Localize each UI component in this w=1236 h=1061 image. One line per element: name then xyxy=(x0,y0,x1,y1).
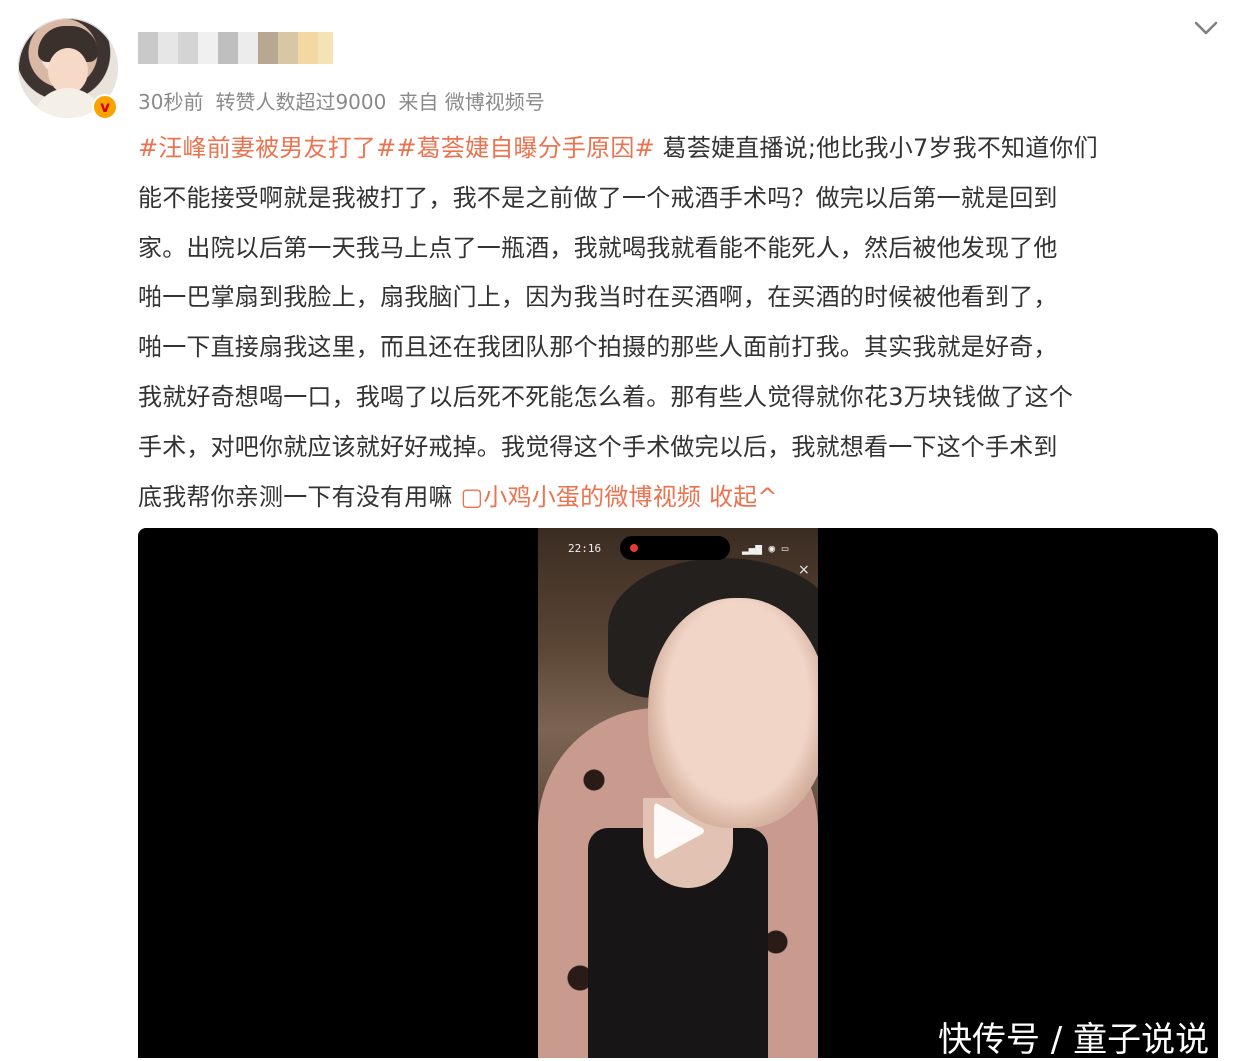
post-text-line: 啪一下直接扇我这里，而且还在我团队那个拍摄的那些人面前打我。其实我就是好奇， xyxy=(138,323,1224,373)
post-meta: 30秒前 转赞人数超过9000 来自 微博视频号 xyxy=(138,86,545,115)
close-icon: × xyxy=(798,562,810,578)
post-text-segment: 啪一巴掌扇到我脸上，扇我脑门上，因为我当时在买酒啊，在买酒的时候被他看到了， xyxy=(138,283,1058,312)
post-text-segment: 手术，对吧你就应该就好好戒掉。我觉得这个手术做完以后，我就想看一下这个手术到 xyxy=(138,432,1058,461)
post-text-segment: 啪一下直接扇我这里，而且还在我团队那个拍摄的那些人面前打我。其实我就是好奇， xyxy=(138,333,1058,362)
post-text-line: 能不能接受啊就是我被打了，我不是之前做了一个戒酒手术吗？做完以后第一就是回到 xyxy=(138,174,1224,224)
phone-time: 22:16 xyxy=(568,542,602,555)
inline-link[interactable]: 收起^ xyxy=(701,483,778,511)
face xyxy=(648,598,818,828)
username-blurred[interactable] xyxy=(138,32,353,64)
post-text-line: #汪峰前妻被男友打了##葛荟婕自曝分手原因# 葛荟婕直播说;他比我小7岁我不知道… xyxy=(138,124,1224,174)
inline-link[interactable]: ▢小鸡小蛋的微博视频 xyxy=(460,483,701,511)
post-text-line: 底我帮你亲测一下有没有用嘛 ▢小鸡小蛋的微博视频 收起^ xyxy=(138,473,1224,523)
hashtag-link[interactable]: #汪峰前妻被男友打了# xyxy=(138,134,396,162)
post-text-segment: 能不能接受啊就是我被打了，我不是之前做了一个戒酒手术吗？做完以后第一就是回到 xyxy=(138,183,1058,212)
post-text-segment: 底我帮你亲测一下有没有用嘛 xyxy=(138,482,461,511)
post-text-segment: 家。出院以后第一天我马上点了一瓶酒，我就喝我就看能不能死人，然后被他发现了他 xyxy=(138,233,1058,262)
repost-count-note: 转赞人数超过9000 xyxy=(215,90,387,114)
dynamic-island xyxy=(620,536,730,560)
post-timestamp[interactable]: 30秒前 xyxy=(138,86,203,115)
post-text-line: 手术，对吧你就应该就好好戒掉。我觉得这个手术做完以后，我就想看一下这个手术到 xyxy=(138,423,1224,473)
post-text-segment: 我就好奇想喝一口，我喝了以后死不死能怎么着。那有些人觉得就你花3万块钱做了这个 xyxy=(138,382,1074,411)
chevron-down-icon[interactable] xyxy=(1192,14,1220,42)
video-player[interactable]: 22:16 ▂▄▆ ◉ ▭ × xyxy=(138,528,1218,1058)
post-text-line: 啪一巴掌扇到我脸上，扇我脑门上，因为我当时在买酒啊，在买酒的时候被他看到了， xyxy=(138,273,1224,323)
post-text-segment: 葛荟婕直播说;他比我小7岁我不知道你们 xyxy=(654,134,1098,162)
video-frame: 22:16 ▂▄▆ ◉ ▭ × xyxy=(538,528,818,1058)
post-source[interactable]: 来自 微博视频号 xyxy=(398,86,544,115)
watermark: 快传号 / 童子说说 xyxy=(938,1020,1210,1060)
signal-battery-icon: ▂▄▆ ◉ ▭ xyxy=(742,542,789,555)
hashtag-link[interactable]: #葛荟婕自曝分手原因# xyxy=(396,134,654,162)
post-text-line: 我就好奇想喝一口，我喝了以后死不死能怎么着。那有些人觉得就你花3万块钱做了这个 xyxy=(138,373,1224,423)
post-body: #汪峰前妻被男友打了##葛荟婕自曝分手原因# 葛荟婕直播说;他比我小7岁我不知道… xyxy=(138,124,1224,522)
play-icon[interactable] xyxy=(648,798,708,864)
verified-badge-icon: v xyxy=(92,94,118,120)
post-text-line: 家。出院以后第一天我马上点了一瓶酒，我就喝我就看能不能死人，然后被他发现了他 xyxy=(138,224,1224,274)
phone-status-bar: 22:16 ▂▄▆ ◉ ▭ xyxy=(538,536,818,560)
